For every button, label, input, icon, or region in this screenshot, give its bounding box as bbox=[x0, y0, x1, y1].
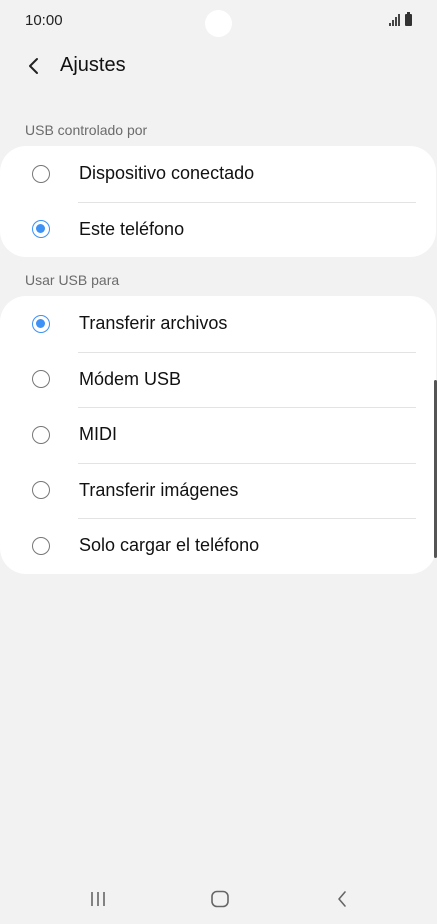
battery-icon bbox=[405, 12, 412, 26]
status-icons bbox=[389, 12, 412, 26]
signal-icon bbox=[389, 14, 400, 26]
option-midi[interactable]: MIDI bbox=[0, 407, 436, 463]
nav-back-button[interactable] bbox=[322, 884, 362, 914]
navigation-bar bbox=[0, 874, 437, 924]
section-label-usb-controlled-by: USB controlado por bbox=[25, 122, 148, 138]
option-label: Este teléfono bbox=[79, 218, 185, 239]
option-label: Transferir archivos bbox=[79, 313, 228, 334]
radio-button-selected[interactable] bbox=[32, 220, 50, 239]
option-solo-cargar[interactable]: Solo cargar el teléfono bbox=[0, 518, 436, 574]
radio-button-selected[interactable] bbox=[32, 314, 50, 333]
back-button[interactable] bbox=[18, 50, 50, 82]
section-label-use-usb-for: Usar USB para bbox=[25, 272, 120, 288]
option-label: Dispositivo conectado bbox=[79, 163, 255, 184]
back-icon bbox=[338, 891, 346, 907]
option-dispositivo-conectado[interactable]: Dispositivo conectado bbox=[0, 146, 436, 202]
home-icon bbox=[211, 890, 229, 908]
radio-button[interactable] bbox=[32, 536, 50, 555]
status-bar: 10:00 bbox=[0, 0, 437, 44]
option-label: MIDI bbox=[79, 424, 117, 445]
radio-button[interactable] bbox=[32, 370, 50, 389]
option-label: Transferir imágenes bbox=[79, 479, 239, 500]
radio-button[interactable] bbox=[32, 425, 50, 444]
option-modem-usb[interactable]: Módem USB bbox=[0, 351, 436, 408]
recents-button[interactable] bbox=[78, 884, 118, 914]
camera-cutout bbox=[205, 10, 232, 37]
option-transferir-archivos[interactable]: Transferir archivos bbox=[0, 296, 436, 352]
usb-controlled-by-card: Dispositivo conectado Este teléfono bbox=[0, 146, 436, 257]
use-usb-for-card: Transferir archivos Módem USB MIDI Trans… bbox=[0, 296, 436, 574]
status-time: 10:00 bbox=[25, 12, 63, 29]
chevron-left-icon bbox=[29, 58, 38, 74]
home-button[interactable] bbox=[200, 884, 240, 914]
header: Ajustes bbox=[0, 44, 437, 88]
recents-icon bbox=[91, 892, 105, 906]
radio-button[interactable] bbox=[32, 164, 50, 183]
page-title: Ajustes bbox=[60, 54, 126, 76]
option-label: Módem USB bbox=[79, 368, 182, 389]
radio-button[interactable] bbox=[32, 481, 50, 500]
option-label: Solo cargar el teléfono bbox=[79, 535, 260, 556]
option-este-telefono[interactable]: Este teléfono bbox=[0, 201, 436, 258]
option-transferir-imagenes[interactable]: Transferir imágenes bbox=[0, 462, 436, 519]
